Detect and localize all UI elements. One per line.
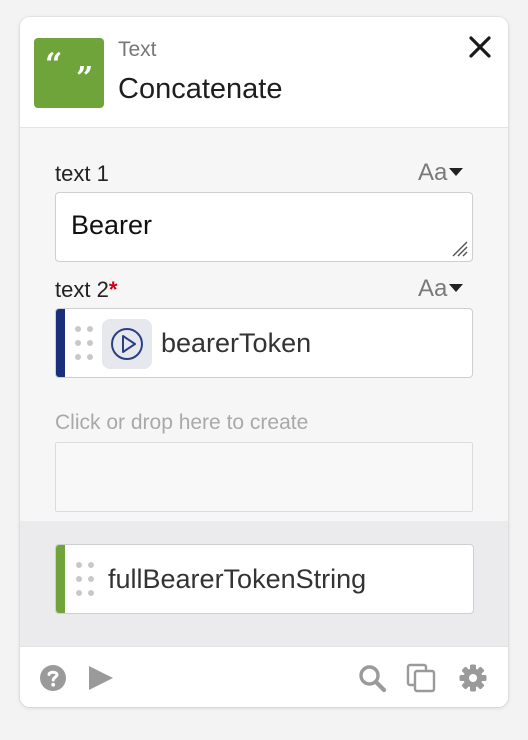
play-circle-icon: [102, 319, 152, 369]
block-title: Concatenate: [118, 73, 283, 105]
text2-format-toggle[interactable]: Aa: [418, 275, 464, 303]
text1-value: Bearer: [71, 210, 153, 240]
block-inputs: text 1 Aa Bearer text 2* Aa bearerToken …: [20, 128, 508, 521]
token-color-bar: [56, 309, 65, 377]
caret-down-icon: [449, 167, 464, 176]
drop-zone-hint: Click or drop here to create: [55, 411, 309, 434]
close-icon[interactable]: [466, 33, 494, 61]
text1-format-toggle[interactable]: Aa: [418, 159, 464, 187]
help-icon[interactable]: [38, 663, 68, 693]
output-label: fullBearerTokenString: [108, 564, 367, 594]
text2-label-text: text 2: [55, 277, 109, 302]
quote-marks-icon: “ ”: [34, 38, 104, 108]
drag-handle-icon[interactable]: [75, 326, 95, 360]
output-section: fullBearerTokenString: [20, 521, 508, 646]
search-icon[interactable]: [357, 663, 387, 693]
block-card: “ ” Text Concatenate text 1 Aa Bearer te…: [20, 17, 508, 707]
text2-format-toggle-label: Aa: [418, 275, 448, 302]
drop-zone[interactable]: [55, 442, 473, 512]
text1-format-toggle-label: Aa: [418, 159, 448, 186]
output-variable-pill[interactable]: fullBearerTokenString: [55, 544, 474, 614]
text1-input[interactable]: Bearer: [55, 192, 473, 262]
output-color-bar: [56, 545, 65, 613]
block-footer: [20, 646, 508, 707]
copy-icon[interactable]: [406, 663, 436, 693]
open-quote-glyph: “: [45, 47, 63, 82]
bearer-token-pill[interactable]: bearerToken: [55, 308, 473, 378]
required-marker: *: [108, 277, 118, 302]
block-category: Text: [118, 38, 157, 61]
settings-icon[interactable]: [458, 663, 488, 693]
close-quote-glyph: ”: [76, 61, 94, 96]
block-header: “ ” Text Concatenate: [20, 17, 508, 128]
text1-label-text: text 1: [55, 161, 109, 186]
play-icon[interactable]: [86, 663, 116, 693]
resize-handle-icon[interactable]: [447, 236, 469, 258]
drag-handle-icon[interactable]: [76, 562, 96, 596]
text1-label: text 1: [55, 161, 109, 187]
token-label: bearerToken: [161, 328, 312, 358]
caret-down-icon: [449, 283, 464, 292]
text2-label: text 2*: [55, 277, 117, 303]
